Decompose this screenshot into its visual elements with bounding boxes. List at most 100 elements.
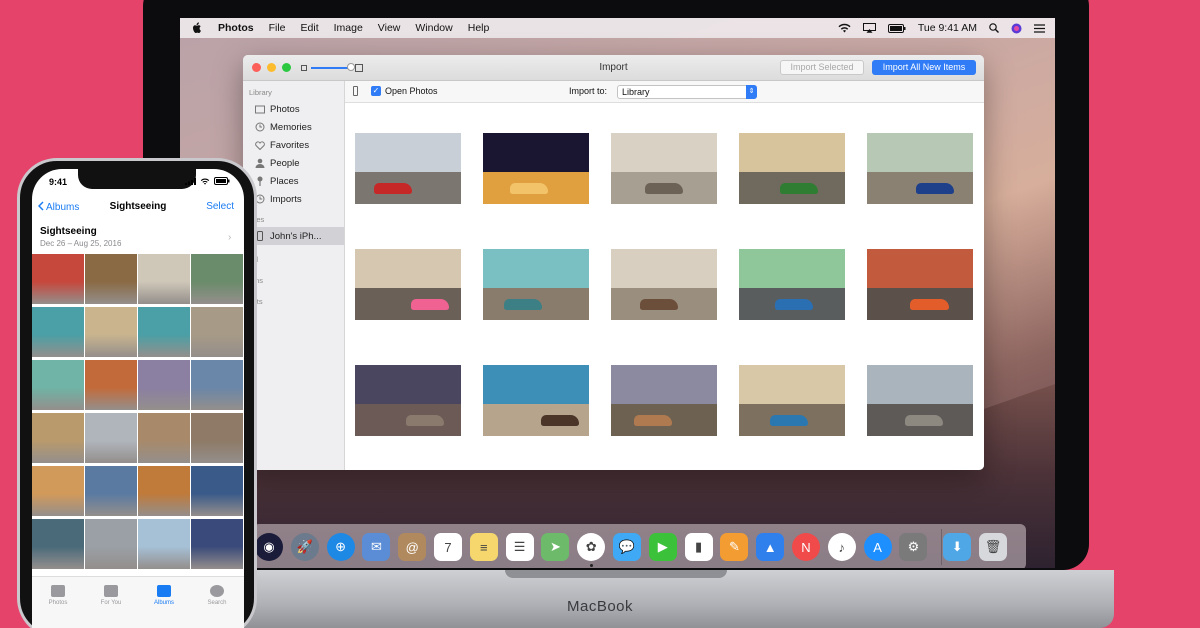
status-time: 9:41 <box>49 177 68 187</box>
apple-menu-icon[interactable] <box>192 22 206 34</box>
iphone-photo-thumbnail[interactable] <box>32 519 84 569</box>
menu-help[interactable]: Help <box>468 22 490 34</box>
sidebar-item-places[interactable]: Places <box>243 172 344 190</box>
import-photo-thumbnail[interactable] <box>739 133 845 204</box>
import-photo-thumbnail[interactable] <box>739 365 845 436</box>
import-photo-thumbnail[interactable] <box>611 133 717 204</box>
iphone-photo-thumbnail[interactable] <box>32 254 84 304</box>
system-preferences-icon[interactable]: ⚙ <box>899 533 928 561</box>
iphone-photo-thumbnail[interactable] <box>138 307 190 357</box>
open-photos-checkbox[interactable]: ✓ <box>371 86 381 96</box>
iphone-photo-thumbnail[interactable] <box>85 307 137 357</box>
select-button[interactable]: Select <box>206 201 234 212</box>
import-destination-select[interactable]: Library ⇕ <box>617 85 757 99</box>
notification-center-icon[interactable] <box>1034 23 1045 33</box>
pages-icon[interactable]: ✎ <box>720 533 749 561</box>
iphone-photo-thumbnail[interactable] <box>191 413 243 463</box>
iphone-photo-thumbnail[interactable] <box>32 360 84 410</box>
iphone-photo-thumbnail[interactable] <box>191 519 243 569</box>
menu-window[interactable]: Window <box>415 22 452 34</box>
numbers-icon[interactable]: ▮ <box>684 533 713 561</box>
trash-icon[interactable]: 🗑 <box>979 533 1007 561</box>
import-selected-button[interactable]: Import Selected <box>780 60 864 75</box>
menu-edit[interactable]: Edit <box>301 22 319 34</box>
import-photo-thumbnail[interactable] <box>483 249 589 320</box>
safari-icon[interactable]: ⊕ <box>326 533 355 561</box>
iphone-photo-thumbnail[interactable] <box>191 307 243 357</box>
sidebar-item-device[interactable]: John's iPh... <box>243 227 344 245</box>
photos-app-icon[interactable]: ✿ <box>577 533 606 561</box>
open-photos-label[interactable]: Open Photos <box>385 86 438 96</box>
iphone-photo-thumbnail[interactable] <box>85 413 137 463</box>
downloads-folder-icon[interactable]: ⬇ <box>943 533 972 561</box>
iphone-photo-thumbnail[interactable] <box>32 413 84 463</box>
import-photo-thumbnail[interactable] <box>611 249 717 320</box>
notes-icon[interactable]: ≡ <box>469 533 498 561</box>
iphone-photo-thumbnail[interactable] <box>32 466 84 516</box>
maps-icon[interactable]: ➤ <box>541 533 570 561</box>
menu-image[interactable]: Image <box>334 22 363 34</box>
iphone-photo-thumbnail[interactable] <box>138 360 190 410</box>
tab-photos[interactable]: Photos <box>33 585 83 606</box>
iphone-photo-thumbnail[interactable] <box>191 360 243 410</box>
menu-clock[interactable]: Tue 9:41 AM <box>918 22 977 34</box>
messages-icon[interactable]: 💬 <box>613 533 641 561</box>
iphone-photo-thumbnail[interactable] <box>32 307 84 357</box>
import-photo-thumbnail[interactable] <box>355 249 461 320</box>
news-icon[interactable]: N <box>792 533 820 561</box>
battery-icon[interactable] <box>887 23 906 33</box>
sidebar-item-imports[interactable]: Imports <box>243 190 344 208</box>
memories-icon <box>255 122 265 132</box>
tab-albums[interactable]: Albums <box>139 585 189 606</box>
siri-menu-icon[interactable] <box>1011 23 1022 34</box>
import-photo-thumbnail[interactable] <box>867 365 973 436</box>
import-photo-thumbnail[interactable] <box>355 133 461 204</box>
tab-for-you[interactable]: For You <box>86 585 136 606</box>
app-store-icon[interactable]: A <box>863 533 892 561</box>
mail-icon[interactable]: ✉ <box>362 533 391 561</box>
sidebar-item-people[interactable]: People <box>243 154 344 172</box>
import-photo-thumbnail[interactable] <box>483 365 589 436</box>
sidebar-item-memories[interactable]: Memories <box>243 118 344 136</box>
contacts-icon[interactable]: @ <box>398 533 427 561</box>
menu-file[interactable]: File <box>269 22 286 34</box>
iphone-photo-thumbnail[interactable] <box>85 466 137 516</box>
wifi-icon[interactable] <box>838 23 851 33</box>
import-to-label: Import to: <box>569 86 608 96</box>
import-photo-thumbnail[interactable] <box>867 249 973 320</box>
spotlight-search-icon[interactable] <box>989 23 999 33</box>
import-photo-thumbnail[interactable] <box>611 365 717 436</box>
import-photo-thumbnail[interactable] <box>483 133 589 204</box>
music-icon[interactable]: ♪ <box>827 533 856 561</box>
facetime-icon[interactable]: ▶ <box>648 533 677 561</box>
import-photo-thumbnail[interactable] <box>739 249 845 320</box>
heart-icon <box>255 140 265 150</box>
sidebar-item-favorites[interactable]: Favorites <box>243 136 344 154</box>
iphone-photo-thumbnail[interactable] <box>138 413 190 463</box>
macbook-hinge <box>505 570 727 578</box>
calendar-icon[interactable]: 7 <box>434 533 462 561</box>
import-photo-thumbnail[interactable] <box>355 365 461 436</box>
iphone-photo-thumbnail[interactable] <box>85 360 137 410</box>
album-title[interactable]: Sightseeing <box>40 226 97 237</box>
iphone-photo-thumbnail[interactable] <box>138 466 190 516</box>
import-all-new-items-button[interactable]: Import All New Items <box>872 60 976 75</box>
import-photo-thumbnail[interactable] <box>867 133 973 204</box>
siri-icon[interactable]: ◉ <box>255 533 283 561</box>
iphone-photo-thumbnail[interactable] <box>85 519 137 569</box>
sidebar-item-photos[interactable]: Photos <box>243 100 344 118</box>
iphone-photo-thumbnail[interactable] <box>191 254 243 304</box>
menu-app-name[interactable]: Photos <box>218 22 254 34</box>
iphone-photo-thumbnail[interactable] <box>138 519 190 569</box>
iphone-photo-thumbnail[interactable] <box>85 254 137 304</box>
iphone-photo-thumbnail[interactable] <box>138 254 190 304</box>
launchpad-icon[interactable]: 🚀 <box>290 533 319 561</box>
airplay-icon[interactable] <box>862 23 876 33</box>
tab-search[interactable]: Search <box>192 585 242 606</box>
iphone-photo-thumbnail[interactable] <box>191 466 243 516</box>
menu-view[interactable]: View <box>378 22 401 34</box>
keynote-icon[interactable]: ▲ <box>756 533 785 561</box>
window-titlebar[interactable]: Import Import Selected Import All New It… <box>243 55 984 81</box>
chevron-right-icon[interactable]: › <box>228 232 231 243</box>
reminders-icon[interactable]: ☰ <box>505 533 534 561</box>
